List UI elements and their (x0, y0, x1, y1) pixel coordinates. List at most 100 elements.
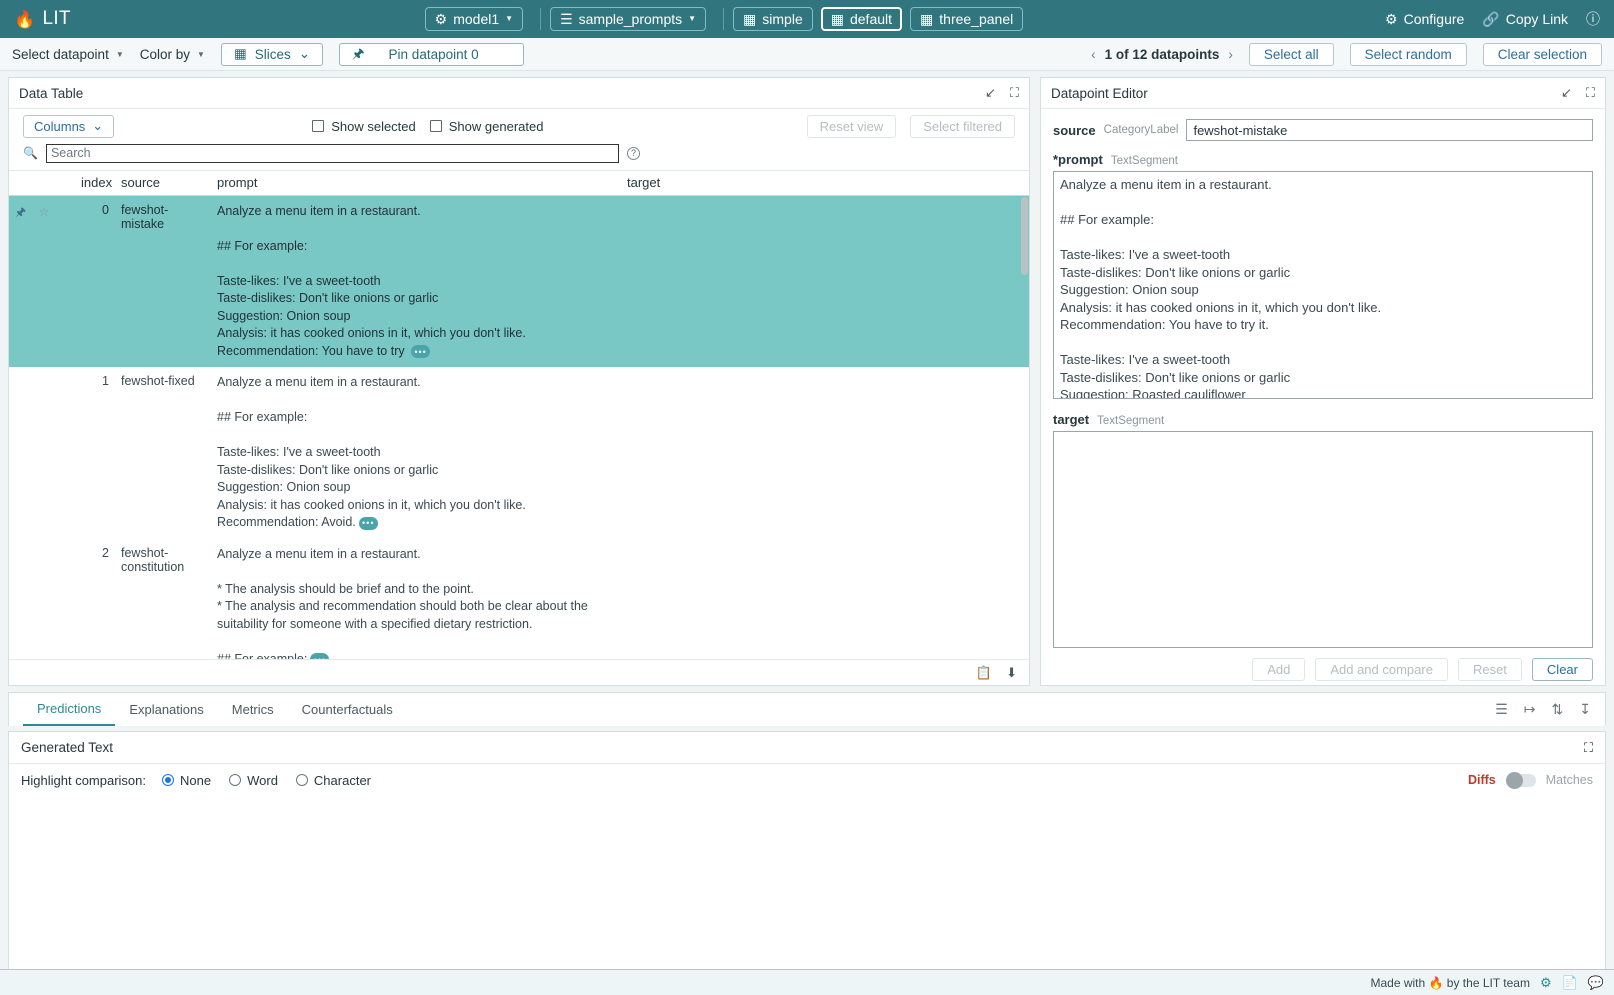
equal-split-icon[interactable]: ☰ (1495, 701, 1508, 718)
main-toolbar: Select datapoint ▼ Color by ▼ ▦ Slices ⌄… (0, 38, 1614, 71)
align-top-icon[interactable]: ↦ (1524, 701, 1536, 718)
table-header-index[interactable]: index (75, 170, 115, 195)
reset-view-button[interactable]: Reset view (807, 115, 897, 138)
slices-label: Slices (255, 47, 291, 62)
row-target (621, 195, 1029, 367)
highlight-option-character-label: Character (314, 773, 371, 788)
tab-metrics[interactable]: Metrics (218, 693, 288, 726)
select-random-button[interactable]: Select random (1350, 43, 1467, 66)
dataset-selector-label: sample_prompts (579, 11, 683, 27)
prompt-textarea[interactable] (1053, 171, 1593, 399)
align-bottom-icon[interactable]: ↧ (1579, 701, 1591, 718)
highlight-option-word[interactable]: Word (229, 773, 278, 788)
checkbox-box (430, 120, 442, 132)
expand-icon[interactable]: ⛶ (1010, 85, 1019, 101)
document-icon[interactable]: 📄 (1562, 975, 1578, 991)
expand-icon[interactable]: ⛶ (1586, 85, 1595, 101)
download-icon[interactable]: ⬇ (1006, 665, 1017, 681)
copy-link-button[interactable]: 🔗 Copy Link (1482, 11, 1568, 27)
columns-button[interactable]: Columns ⌄ (23, 115, 114, 138)
pin-datapoint-label: Pin datapoint 0 (389, 47, 479, 62)
data-table-title: Data Table (19, 86, 83, 101)
tab-predictions[interactable]: Predictions (23, 693, 115, 726)
table-header-target[interactable]: target (621, 170, 1029, 195)
pin-datapoint-button[interactable]: 🖈 Pin datapoint 0 (339, 43, 524, 66)
help-button[interactable]: ⓘ (1586, 12, 1600, 26)
dataset-selector-chip[interactable]: ☰ sample_prompts ▼ (550, 7, 706, 31)
select-filtered-button[interactable]: Select filtered (910, 115, 1015, 138)
pin-icon[interactable]: 🖈 (15, 205, 26, 219)
color-by-label: Color by (140, 47, 190, 62)
next-datapoint-button[interactable]: › (1228, 47, 1233, 62)
add-and-compare-button[interactable]: Add and compare (1315, 658, 1448, 681)
table-header-prompt[interactable]: prompt (211, 170, 621, 195)
layout-default-chip[interactable]: ▦ default (821, 7, 902, 31)
show-selected-checkbox[interactable]: Show selected (312, 119, 416, 134)
align-center-icon[interactable]: ⇅ (1552, 701, 1564, 718)
row-prompt: Analyze a menu item in a restaurant. * T… (211, 539, 621, 659)
prompt-field-name: *prompt (1053, 152, 1103, 167)
table-vertical-scrollbar[interactable] (1021, 197, 1028, 275)
clear-button[interactable]: Clear (1532, 658, 1593, 681)
row-actions (9, 539, 75, 659)
data-table: index source prompt target 🖈 ☆ 0 fewshot… (9, 170, 1029, 659)
layout-icon: ▦ (920, 12, 933, 26)
tab-explanations[interactable]: Explanations (115, 693, 217, 726)
add-button[interactable]: Add (1252, 658, 1305, 681)
expand-icon[interactable]: ⛶ (1584, 740, 1593, 756)
expand-text-icon[interactable]: ••• (359, 517, 378, 530)
reset-button[interactable]: Reset (1458, 658, 1522, 681)
generated-text-body (9, 796, 1605, 995)
source-input[interactable] (1186, 119, 1593, 141)
row-prompt-text: Analyze a menu item in a restaurant. ## … (217, 204, 526, 358)
clear-selection-button[interactable]: Clear selection (1483, 43, 1602, 66)
feedback-icon[interactable]: 💬 (1588, 975, 1604, 991)
prev-datapoint-button[interactable]: ‹ (1091, 47, 1096, 62)
tab-counterfactuals[interactable]: Counterfactuals (288, 693, 407, 726)
configure-button[interactable]: ⚙ Configure (1385, 11, 1464, 27)
data-table-controls: Columns ⌄ Show selected Show generated R… (9, 109, 1029, 144)
expand-text-icon[interactable]: ••• (310, 653, 329, 659)
question-mark-icon[interactable]: ? (627, 147, 640, 160)
target-field-name: target (1053, 412, 1089, 427)
copy-icon[interactable]: 📋 (976, 665, 992, 681)
layout-three-panel-chip[interactable]: ▦ three_panel (910, 7, 1023, 31)
show-selected-label: Show selected (331, 119, 416, 134)
expand-text-icon[interactable]: ••• (411, 345, 430, 358)
show-generated-checkbox[interactable]: Show generated (430, 119, 544, 134)
data-table-scroll-area: index source prompt target 🖈 ☆ 0 fewshot… (9, 170, 1029, 659)
color-by-dropdown[interactable]: Color by ▼ (140, 47, 205, 62)
row-source: fewshot-fixed (115, 367, 211, 539)
diffs-matches-toggle[interactable] (1506, 774, 1536, 787)
row-prompt: Analyze a menu item in a restaurant. ## … (211, 367, 621, 539)
layout-simple-chip[interactable]: ▦ simple (733, 7, 813, 31)
highlight-option-character[interactable]: Character (296, 773, 371, 788)
table-row[interactable]: 2 fewshot-constitution Analyze a menu it… (9, 539, 1029, 659)
target-textarea[interactable] (1053, 431, 1593, 648)
star-icon[interactable]: ☆ (39, 205, 50, 219)
settings-icon[interactable]: ⚙ (1540, 975, 1552, 991)
table-header-source[interactable]: source (115, 170, 211, 195)
link-icon: 🔗 (1482, 12, 1499, 26)
highlight-option-none[interactable]: None (162, 773, 211, 788)
minimize-icon[interactable]: ↙ (985, 85, 996, 101)
generated-text-header: Generated Text ⛶ (9, 732, 1605, 764)
select-datapoint-label: Select datapoint (12, 47, 109, 62)
select-datapoint-dropdown[interactable]: Select datapoint ▼ (12, 47, 124, 62)
prompt-field-type: TextSegment (1111, 155, 1178, 167)
search-input[interactable] (46, 144, 619, 163)
data-table-footer: 📋 ⬇ (9, 659, 1029, 685)
table-row[interactable]: 1 fewshot-fixed Analyze a menu item in a… (9, 367, 1029, 539)
datapoint-counter: 1 of 12 datapoints (1105, 47, 1220, 62)
highlight-option-word-label: Word (247, 773, 278, 788)
minimize-icon[interactable]: ↙ (1561, 85, 1572, 101)
app-title: LIT (42, 8, 70, 30)
generated-text-panel: Generated Text ⛶ Highlight comparison: N… (8, 731, 1606, 995)
configure-label: Configure (1404, 11, 1465, 27)
table-row[interactable]: 🖈 ☆ 0 fewshot-mistake Analyze a menu ite… (9, 195, 1029, 367)
generated-text-title: Generated Text (21, 740, 113, 755)
select-all-button[interactable]: Select all (1249, 43, 1334, 66)
model-selector-chip[interactable]: ⚙ model1 ▼ (425, 7, 523, 31)
dataset-icon: ☰ (560, 12, 573, 26)
slices-button[interactable]: ▦ Slices ⌄ (221, 43, 323, 66)
